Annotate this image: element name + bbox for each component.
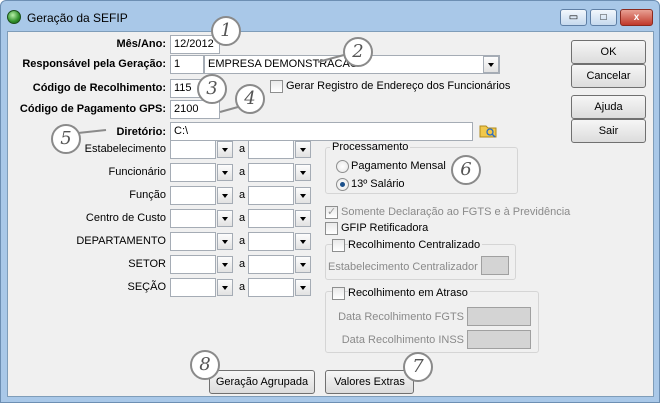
range-to-input[interactable] bbox=[248, 278, 294, 297]
range-from-input[interactable] bbox=[170, 255, 216, 274]
range-from-dropdown-button[interactable] bbox=[217, 141, 233, 158]
pagamento-mensal-radio[interactable] bbox=[336, 160, 349, 173]
callout-5: 5 bbox=[51, 124, 81, 154]
range-to-dropdown-button[interactable] bbox=[295, 141, 311, 158]
estabelecimento-centralizador-label: Estabelecimento Centralizador bbox=[328, 261, 478, 273]
range-to-input[interactable] bbox=[248, 232, 294, 251]
range-to-input[interactable] bbox=[248, 186, 294, 205]
decimo-terceiro-label: 13º Salário bbox=[351, 178, 405, 190]
range-from-dropdown-button[interactable] bbox=[217, 187, 233, 204]
maximize-button[interactable]: □ bbox=[590, 9, 617, 26]
range-to-dropdown-button[interactable] bbox=[295, 210, 311, 227]
folder-icon[interactable] bbox=[479, 123, 497, 138]
range-separator: a bbox=[239, 212, 246, 224]
sair-button[interactable]: Sair bbox=[571, 119, 646, 143]
sefip-window: Geração da SEFIP ▭ □ x Mês/Ano: 12/2012 … bbox=[0, 0, 660, 403]
data-inss-field[interactable] bbox=[467, 330, 531, 349]
responsavel-label: Responsável pela Geração: bbox=[22, 58, 166, 70]
range-from-input[interactable] bbox=[170, 209, 216, 228]
data-inss-label: Data Recolhimento INSS bbox=[341, 334, 464, 346]
range-from-dropdown-button[interactable] bbox=[217, 279, 233, 296]
valores-extras-button[interactable]: Valores Extras bbox=[325, 370, 414, 394]
callout-7: 7 bbox=[403, 352, 433, 382]
responsavel-code-input[interactable]: 1 bbox=[170, 55, 204, 74]
callout-6: 6 bbox=[451, 155, 481, 185]
range-label: Centro de Custo bbox=[85, 212, 166, 224]
recolhimento-atraso-checkbox[interactable] bbox=[332, 287, 345, 300]
range-to-input[interactable] bbox=[248, 255, 294, 274]
recolhimento-centralizado-checkbox[interactable] bbox=[332, 239, 345, 252]
range-separator: a bbox=[239, 166, 246, 178]
minimize-button[interactable]: ▭ bbox=[560, 9, 587, 26]
diretorio-input[interactable]: C:\ bbox=[170, 122, 473, 141]
estabelecimento-centralizador-field[interactable] bbox=[481, 256, 509, 275]
range-from-input[interactable] bbox=[170, 278, 216, 297]
range-to-dropdown-button[interactable] bbox=[295, 164, 311, 181]
callout-1: 1 bbox=[211, 16, 241, 46]
range-label: SEÇÃO bbox=[127, 281, 166, 293]
range-from-input[interactable] bbox=[170, 186, 216, 205]
close-button[interactable]: x bbox=[620, 9, 653, 26]
recolhimento-atraso-label: Recolhimento em Atraso bbox=[348, 287, 470, 299]
gfip-retificadora-checkbox[interactable] bbox=[325, 222, 338, 235]
range-from-input[interactable] bbox=[170, 232, 216, 251]
range-to-dropdown-button[interactable] bbox=[295, 279, 311, 296]
callout-2: 2 bbox=[343, 37, 373, 67]
range-from-input[interactable] bbox=[170, 140, 216, 159]
gerar-registro-checkbox[interactable] bbox=[270, 80, 283, 93]
range-to-input[interactable] bbox=[248, 209, 294, 228]
range-separator: a bbox=[239, 258, 246, 270]
data-fgts-field[interactable] bbox=[467, 307, 531, 326]
range-separator: a bbox=[239, 189, 246, 201]
decimo-terceiro-radio[interactable] bbox=[336, 178, 349, 191]
diretorio-label: Diretório: bbox=[116, 126, 166, 138]
range-label: SETOR bbox=[128, 258, 166, 270]
range-to-dropdown-button[interactable] bbox=[295, 187, 311, 204]
range-from-dropdown-button[interactable] bbox=[217, 256, 233, 273]
callout-8: 8 bbox=[190, 350, 220, 380]
range-from-dropdown-button[interactable] bbox=[217, 233, 233, 250]
range-to-dropdown-button[interactable] bbox=[295, 256, 311, 273]
range-label: Função bbox=[129, 189, 166, 201]
range-from-dropdown-button[interactable] bbox=[217, 164, 233, 181]
responsavel-dropdown-button[interactable] bbox=[483, 56, 499, 73]
data-fgts-label: Data Recolhimento FGTS bbox=[338, 311, 464, 323]
cancelar-button[interactable]: Cancelar bbox=[571, 64, 646, 88]
callout-4: 4 bbox=[235, 84, 265, 114]
geracao-agrupada-button[interactable]: Geração Agrupada bbox=[209, 370, 315, 394]
range-from-dropdown-button[interactable] bbox=[217, 210, 233, 227]
recolhimento-centralizado-label: Recolhimento Centralizado bbox=[348, 239, 483, 251]
range-label: Funcionário bbox=[108, 166, 166, 178]
window-title: Geração da SEFIP bbox=[27, 11, 128, 25]
somente-declaracao-label: Somente Declaração ao FGTS e à Previdênc… bbox=[341, 206, 571, 218]
gfip-retificadora-label: GFIP Retificadora bbox=[341, 222, 429, 234]
codigo-pagamento-label: Código de Pagamento GPS: bbox=[19, 103, 166, 115]
ok-button[interactable]: OK bbox=[571, 40, 646, 64]
gerar-registro-label: Gerar Registro de Endereço dos Funcionár… bbox=[286, 80, 511, 92]
range-label: Estabelecimento bbox=[84, 143, 166, 155]
dialog-body: Mês/Ano: 12/2012 Responsável pela Geraçã… bbox=[7, 16, 654, 397]
ajuda-button[interactable]: Ajuda bbox=[571, 95, 646, 119]
range-to-dropdown-button[interactable] bbox=[295, 233, 311, 250]
processamento-title: Processamento bbox=[330, 141, 411, 153]
somente-declaracao-checkbox[interactable] bbox=[325, 205, 338, 219]
range-separator: a bbox=[239, 281, 246, 293]
callout-3: 3 bbox=[197, 74, 227, 104]
pagamento-mensal-label: Pagamento Mensal bbox=[351, 160, 446, 172]
range-to-input[interactable] bbox=[248, 140, 294, 159]
mes-ano-label: Mês/Ano: bbox=[116, 38, 166, 50]
range-separator: a bbox=[239, 235, 246, 247]
range-label: DEPARTAMENTO bbox=[76, 235, 166, 247]
range-to-input[interactable] bbox=[248, 163, 294, 182]
title-bar[interactable]: Geração da SEFIP ▭ □ x bbox=[1, 1, 659, 31]
codigo-recolhimento-label: Código de Recolhimento: bbox=[32, 82, 166, 94]
range-separator: a bbox=[239, 143, 246, 155]
range-from-input[interactable] bbox=[170, 163, 216, 182]
app-icon bbox=[7, 10, 21, 24]
